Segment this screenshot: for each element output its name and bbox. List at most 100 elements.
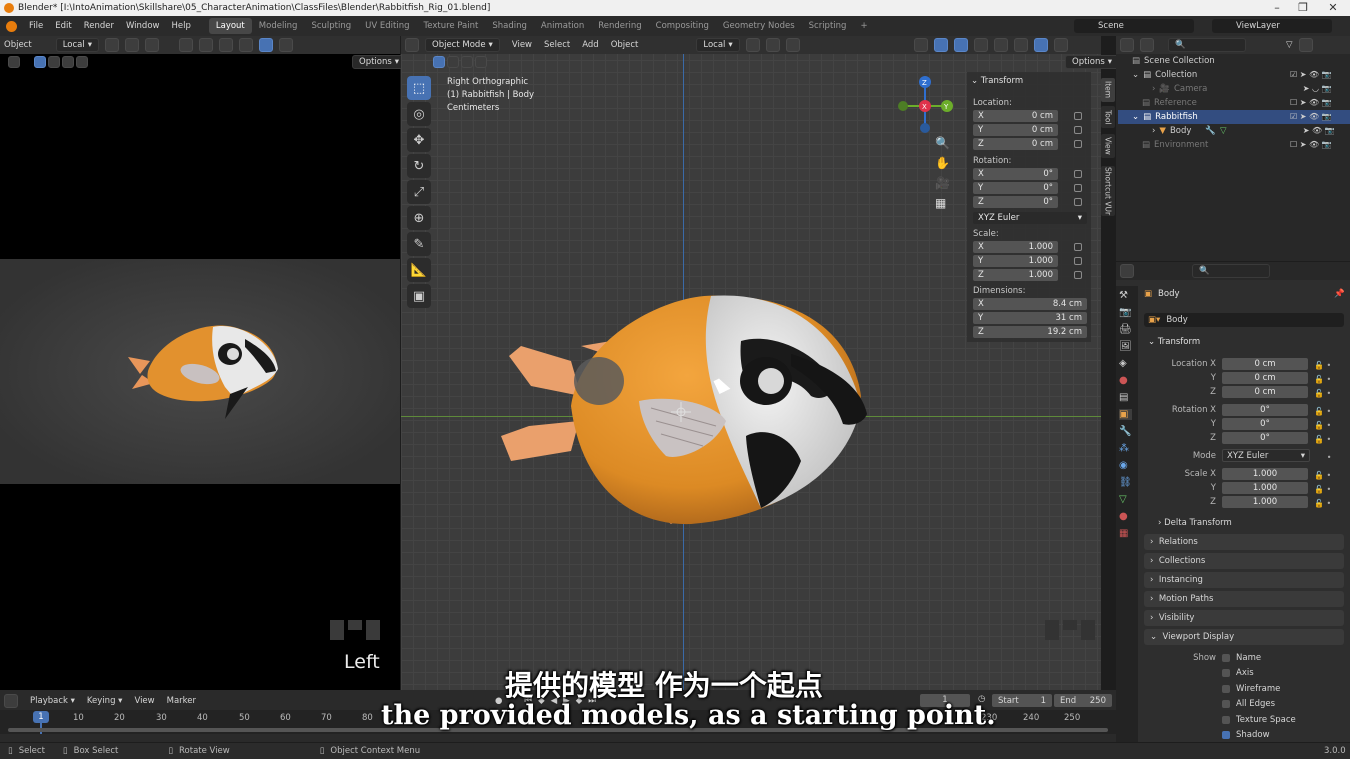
- scene-selector[interactable]: Scene: [1074, 19, 1194, 33]
- cursor-tool-icon[interactable]: ◎: [407, 102, 431, 126]
- rotation-z-field[interactable]: Z 0°: [973, 196, 1058, 208]
- lock-rotation-x-icon[interactable]: [1074, 170, 1082, 178]
- shading-render-icon[interactable]: [279, 38, 293, 52]
- pin-icon[interactable]: 📌: [1334, 289, 1345, 299]
- blender-menu-icon[interactable]: [6, 20, 17, 32]
- instancing-section[interactable]: › Instancing: [1144, 572, 1344, 588]
- location-y-field[interactable]: Y0 cm: [973, 124, 1058, 136]
- pan-hand-icon[interactable]: ✋: [935, 156, 950, 170]
- main-visibility-icon[interactable]: [913, 38, 928, 52]
- end-frame-field[interactable]: End 250: [1054, 694, 1112, 707]
- tab-geometry-nodes[interactable]: Geometry Nodes: [716, 18, 802, 34]
- object-tab-icon[interactable]: ▣: [1119, 409, 1132, 420]
- object-label[interactable]: Object: [4, 40, 32, 50]
- left-viewport[interactable]: Object Local ▾ Options ▾ Left: [0, 36, 407, 690]
- physics-tab-icon[interactable]: ◉: [1119, 460, 1132, 471]
- menu-render[interactable]: Render: [78, 21, 120, 31]
- scale-x-field[interactable]: X 1.000: [973, 241, 1058, 253]
- location-x-field[interactable]: X0 cm: [973, 110, 1058, 122]
- main-select-new-icon[interactable]: [433, 56, 445, 68]
- show-axis-checkbox[interactable]: Axis: [1222, 668, 1254, 678]
- view-layer-tab-icon[interactable]: 🖼: [1119, 341, 1132, 352]
- main-shading-render-icon[interactable]: [1053, 38, 1068, 52]
- tab-view[interactable]: View: [1101, 134, 1115, 158]
- select-new-icon[interactable]: [34, 56, 46, 68]
- main-shading-solid-icon[interactable]: [1013, 38, 1028, 52]
- viewport-display-section[interactable]: ⌄ Viewport Display: [1144, 629, 1344, 645]
- tab-tool[interactable]: Tool: [1101, 106, 1115, 128]
- menu-select[interactable]: Select: [544, 40, 570, 50]
- timeline-view-menu[interactable]: View: [134, 696, 154, 706]
- collection-tab-icon[interactable]: ▤: [1119, 392, 1132, 403]
- ortho-grid-icon[interactable]: ▦: [935, 196, 950, 210]
- dimension-x-field[interactable]: X 8.4 cm: [973, 298, 1087, 310]
- motion-paths-section[interactable]: › Motion Paths: [1144, 591, 1344, 607]
- outliner-editor-icon[interactable]: [1120, 38, 1134, 52]
- lock-rotation-z-icon[interactable]: [1074, 198, 1082, 206]
- constraints-tab-icon[interactable]: ⛓: [1119, 477, 1132, 488]
- editor-type-icon[interactable]: [405, 38, 419, 52]
- move-tool-icon[interactable]: ✥: [407, 128, 431, 152]
- tab-shading[interactable]: Shading: [485, 18, 534, 34]
- playback-menu[interactable]: Playback ▾: [30, 696, 75, 706]
- main-shading-wire-icon[interactable]: [993, 38, 1008, 52]
- main-snap-icon[interactable]: [765, 38, 780, 52]
- delta-transform-header[interactable]: › Delta Transform: [1158, 518, 1232, 528]
- add-cube-tool-icon[interactable]: ▣: [407, 284, 431, 308]
- scale-z-field[interactable]: Z 1.000: [973, 269, 1058, 281]
- prop-location-x[interactable]: 0 cm: [1222, 358, 1308, 370]
- prop-scale-y[interactable]: 1.000: [1222, 482, 1308, 494]
- lock-rotation-y-icon[interactable]: [1074, 184, 1082, 192]
- mode-dropdown[interactable]: Object Mode ▾: [425, 38, 500, 52]
- menu-object[interactable]: Object: [611, 40, 639, 50]
- material-tab-icon[interactable]: ●: [1119, 511, 1132, 522]
- main-select-extend-icon[interactable]: [447, 56, 459, 68]
- menu-file[interactable]: File: [23, 21, 49, 31]
- dimension-z-field[interactable]: Z 19.2 cm: [973, 326, 1087, 338]
- tab-texture-paint[interactable]: Texture Paint: [417, 18, 486, 34]
- scale-tool-icon[interactable]: ⤢: [407, 180, 431, 204]
- lock-location-y-icon[interactable]: [1074, 126, 1082, 134]
- main-orientation-dropdown[interactable]: Local ▾: [696, 38, 740, 52]
- tab-compositing[interactable]: Compositing: [649, 18, 716, 34]
- render-tab-icon[interactable]: 📷: [1119, 307, 1132, 318]
- tool-tab-icon[interactable]: ⚒: [1119, 290, 1132, 301]
- gizmo-icon[interactable]: [199, 38, 213, 52]
- maximize-button[interactable]: ❐: [1288, 0, 1318, 16]
- timeline-editor-icon[interactable]: [4, 694, 18, 708]
- modifier-tab-icon[interactable]: 🔧: [1119, 426, 1132, 437]
- lock-location-x-icon[interactable]: [1074, 112, 1082, 120]
- transform-tool-icon[interactable]: ⊕: [407, 206, 431, 230]
- rotate-tool-icon[interactable]: ↻: [407, 154, 431, 178]
- camera-view-icon[interactable]: 🎥: [935, 176, 950, 190]
- dimension-y-field[interactable]: Y 31 cm: [973, 312, 1087, 324]
- add-workspace-button[interactable]: +: [853, 18, 874, 34]
- outliner-row-scene-collection[interactable]: ▤ Scene Collection: [1118, 54, 1350, 68]
- start-frame-field[interactable]: Start 1: [992, 694, 1052, 707]
- transform-section-header[interactable]: ⌄ Transform: [1148, 337, 1200, 347]
- new-collection-icon[interactable]: [1298, 38, 1313, 52]
- menu-view[interactable]: View: [512, 40, 532, 50]
- particles-tab-icon[interactable]: ⁂: [1119, 443, 1132, 454]
- main-select-subtract-icon[interactable]: [461, 56, 473, 68]
- menu-help[interactable]: Help: [165, 21, 196, 31]
- shading-material-icon[interactable]: [259, 38, 273, 52]
- lock-scale-y-icon[interactable]: [1074, 257, 1082, 265]
- menu-window[interactable]: Window: [120, 21, 166, 31]
- prop-location-y[interactable]: 0 cm: [1222, 372, 1308, 384]
- main-proportional-icon[interactable]: [785, 38, 800, 52]
- location-z-field[interactable]: Z0 cm: [973, 138, 1058, 150]
- tab-item[interactable]: Item: [1101, 78, 1115, 102]
- prop-rotation-y[interactable]: 0°: [1222, 418, 1308, 430]
- texture-tab-icon[interactable]: ▦: [1119, 528, 1132, 539]
- collections-section[interactable]: › Collections: [1144, 553, 1344, 569]
- show-name-checkbox[interactable]: Name: [1222, 653, 1261, 663]
- outliner-search-input[interactable]: 🔍: [1168, 38, 1246, 52]
- filter-icon[interactable]: ▽: [1286, 40, 1293, 50]
- n-panel-header[interactable]: ⌄ Transform: [971, 76, 1023, 86]
- rotation-mode-dropdown[interactable]: XYZ Euler ▾: [973, 212, 1087, 224]
- xray-icon[interactable]: [973, 38, 988, 52]
- select-extend-icon[interactable]: [48, 56, 60, 68]
- menu-edit[interactable]: Edit: [49, 21, 77, 31]
- tab-sculpting[interactable]: Sculpting: [304, 18, 358, 34]
